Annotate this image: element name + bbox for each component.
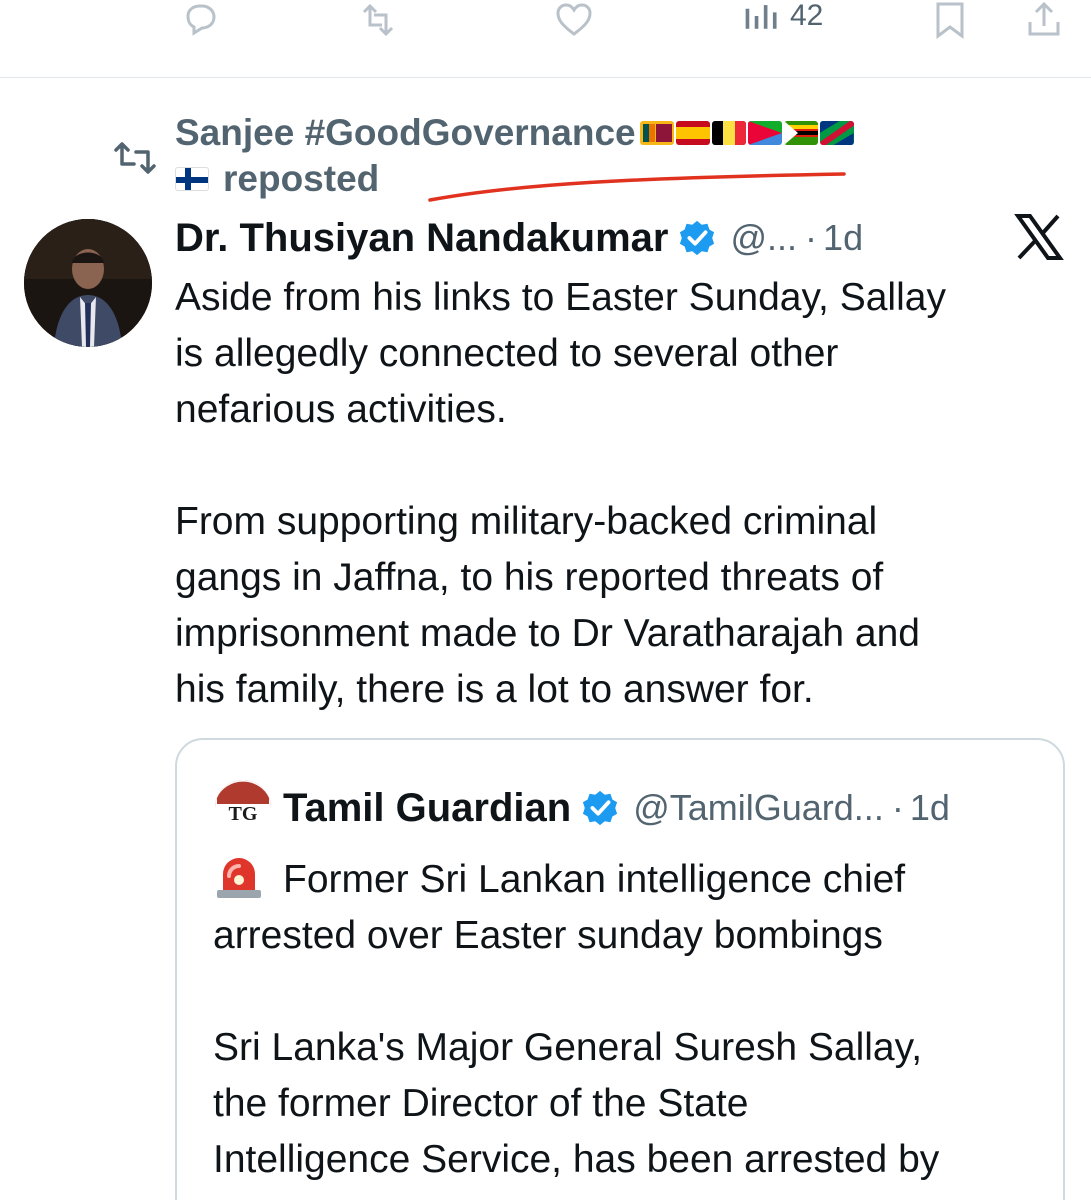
- quoted-tweet-text: Former Sri Lankan intelligence chief arr…: [213, 850, 1043, 1188]
- eritrea-flag: [747, 121, 782, 145]
- repost-icon: [114, 142, 156, 174]
- tweet-text-line: nefarious activities.: [175, 388, 507, 431]
- quoted-body-line: Sri Lanka's Major General Suresh Sallay,: [213, 1026, 923, 1069]
- finland-flag: [175, 167, 209, 191]
- sri-lanka-flag: [639, 121, 674, 145]
- quoted-avatar-text: TG: [229, 803, 258, 825]
- like-icon[interactable]: [552, 0, 596, 40]
- zimbabwe-flag: [783, 121, 818, 145]
- quoted-headline-line: arrested over Easter sunday bombings: [213, 914, 883, 957]
- flag-emojis: [639, 121, 856, 145]
- tweet-text-line: is allegedly connected to several other: [175, 332, 839, 375]
- tweet-text-line: gangs in Jaffna, to his reported threats…: [175, 556, 884, 599]
- separator-dot: ·: [805, 217, 818, 258]
- repost-user[interactable]: Sanjee #GoodGovernance: [175, 112, 856, 154]
- tweet-text-line: imprisonment made to Dr Varatharajah and: [175, 612, 920, 655]
- quoted-headline-line: Former Sri Lankan intelligence chief: [283, 858, 906, 901]
- share-icon[interactable]: [1022, 0, 1066, 40]
- red-underline-annotation: [428, 172, 846, 202]
- repost-label: reposted: [175, 158, 379, 200]
- bookmark-icon[interactable]: [928, 0, 972, 40]
- tweet-header: Dr. Thusiyan Nandakumar @... · 1d: [175, 214, 863, 262]
- author-avatar[interactable]: [24, 219, 152, 347]
- x-logo-icon: [1014, 214, 1064, 260]
- tweet-text-line: his family, there is a lot to answer for…: [175, 668, 814, 711]
- verified-badge-icon: [680, 220, 715, 256]
- quoted-body-line: Intelligence Service, has been arrested …: [213, 1138, 940, 1181]
- quoted-tweet-header: TG Tamil Guardian @TamilGuard... · 1d: [215, 780, 950, 836]
- quoted-body-line: the former Director of the State: [213, 1082, 749, 1125]
- tweet-time[interactable]: 1d: [823, 217, 863, 259]
- spain-flag: [675, 121, 710, 145]
- quoted-author-name[interactable]: Tamil Guardian: [283, 786, 571, 831]
- rotating-light-icon: [217, 858, 261, 898]
- tweet-text: Aside from his links to Easter Sunday, S…: [175, 270, 1055, 718]
- quoted-tweet-time[interactable]: 1d: [910, 787, 950, 829]
- namibia-flag: [819, 121, 854, 145]
- author-name[interactable]: Dr. Thusiyan Nandakumar: [175, 216, 668, 261]
- verified-badge-icon: [583, 790, 618, 826]
- reposted-text: reposted: [223, 158, 380, 199]
- views-count: 42: [790, 0, 824, 32]
- belgium-flag: [711, 121, 746, 145]
- views-button[interactable]: 42: [742, 0, 823, 36]
- author-handle[interactable]: @...: [730, 217, 797, 259]
- quoted-author-handle[interactable]: @TamilGuard...: [633, 787, 884, 829]
- reply-icon[interactable]: [178, 0, 222, 40]
- quoted-tweet[interactable]: TG Tamil Guardian @TamilGuard... · 1d Fo…: [175, 738, 1065, 1200]
- tweet-divider: [0, 77, 1091, 78]
- separator-dot: ·: [891, 787, 904, 828]
- tweet-text-line: From supporting military-backed criminal: [175, 500, 878, 543]
- repost-user-name: Sanjee #GoodGovernance: [175, 112, 636, 153]
- tweet-action-bar: 42: [0, 0, 1091, 46]
- tweet-text-line: Aside from his links to Easter Sunday, S…: [175, 276, 946, 319]
- views-icon: [745, 5, 777, 29]
- repost-icon[interactable]: [356, 0, 400, 40]
- quoted-author-avatar[interactable]: TG: [215, 780, 271, 836]
